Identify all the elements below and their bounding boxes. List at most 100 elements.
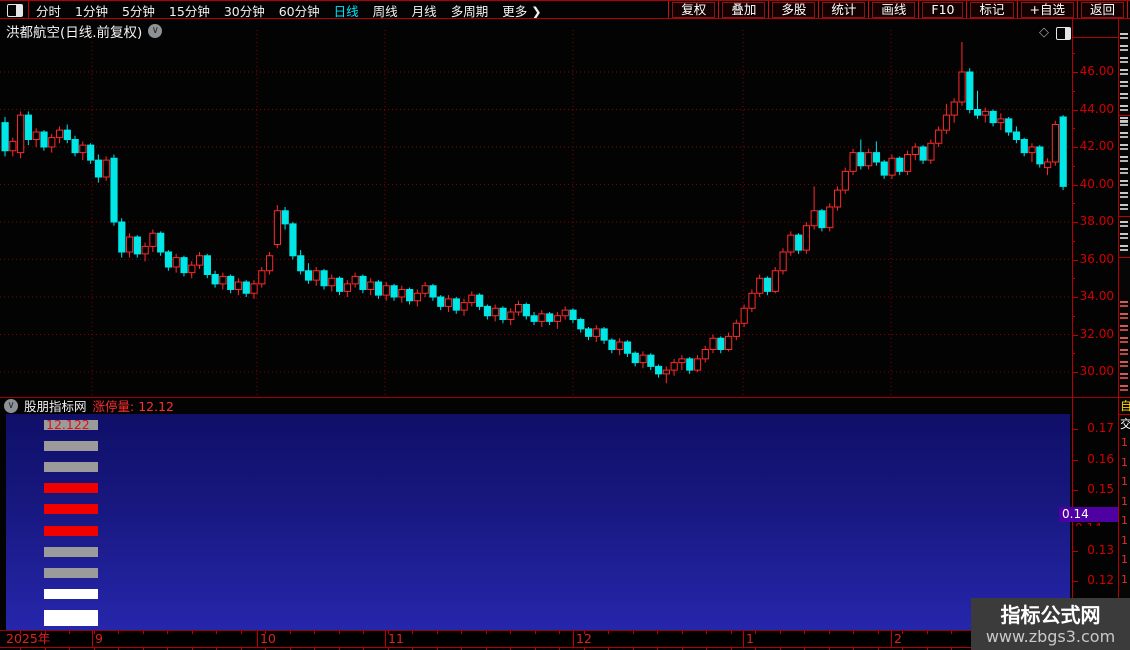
- indicator-name[interactable]: 股朋指标网: [24, 396, 87, 415]
- action-button-F10[interactable]: F10: [922, 2, 964, 18]
- price-label: 42.00: [1079, 139, 1114, 153]
- period-tab-60分钟[interactable]: 60分钟: [279, 1, 320, 20]
- period-tab-日线[interactable]: 日线: [334, 1, 359, 20]
- clipped-sidebar[interactable]: 自 交 1 1 1 1 1 1 1 1: [1119, 19, 1130, 599]
- minor-date-tick: [485, 631, 487, 634]
- candle: [577, 319, 585, 330]
- marker-diamond-icon[interactable]: ◇: [1039, 25, 1049, 40]
- minor-date-tick: [877, 631, 879, 634]
- period-tab-15分钟[interactable]: 15分钟: [169, 1, 210, 20]
- candle: [616, 341, 624, 350]
- candle: [1051, 124, 1060, 163]
- indicator-bar: [44, 609, 98, 626]
- price-label: 44.00: [1079, 101, 1114, 116]
- period-tab-30分钟[interactable]: 30分钟: [224, 1, 265, 20]
- candle: [297, 255, 305, 272]
- action-button-统计[interactable]: 统计: [822, 2, 866, 18]
- indicator-axis-label: 0.17: [1087, 421, 1114, 435]
- candle: [219, 275, 227, 285]
- candle: [266, 255, 274, 272]
- period-tab-多周期[interactable]: 多周期: [451, 1, 489, 20]
- candle: [903, 154, 912, 172]
- price-label: 34.00: [1079, 289, 1114, 303]
- action-button-+自选[interactable]: +自选: [1020, 2, 1074, 18]
- indicator-dropdown-icon[interactable]: ∨: [4, 398, 18, 413]
- major-tick: [1072, 581, 1078, 582]
- action-cell: 复权: [668, 1, 718, 19]
- month-line: [385, 631, 386, 647]
- candle: [413, 292, 422, 302]
- period-tab-分时[interactable]: 分时: [36, 1, 61, 20]
- minor-date-tick: [951, 631, 952, 634]
- month-line: [891, 631, 892, 647]
- candle: [997, 118, 1005, 124]
- action-button-返回[interactable]: 返回: [1080, 2, 1124, 18]
- action-button-标记[interactable]: 标记: [970, 2, 1014, 18]
- candle: [849, 152, 857, 172]
- candle: [927, 142, 935, 161]
- candle: [810, 210, 818, 227]
- minor-date-tick: [730, 631, 732, 634]
- sidebar-glyphs: [1120, 120, 1128, 212]
- period-tab-周线[interactable]: 周线: [373, 1, 398, 20]
- candle: [530, 315, 538, 322]
- minor-date-tick: [436, 631, 438, 634]
- minor-date-tick: [902, 631, 903, 634]
- period-tab-更多 ❯[interactable]: 更多 ❯: [502, 1, 541, 20]
- candle: [725, 335, 733, 350]
- period-menu: 分时 1分钟 5分钟 15分钟 30分钟 60分钟 日线 周线 月线 多周期 更多 ❯: [36, 1, 542, 19]
- indicator-bar: [44, 588, 98, 599]
- candle: [662, 369, 670, 375]
- indicator-metric-value: 12.12: [138, 399, 175, 414]
- sidebar-divider: [1119, 397, 1130, 398]
- indicator-header: ∨ 股朋指标网 涨停量: 12.12: [0, 396, 175, 415]
- indicator-panel[interactable]: 12.122: [6, 414, 1070, 630]
- indicator-bar: [44, 504, 98, 515]
- candle: [55, 129, 64, 139]
- watermark-url: www.zbgs3.com: [985, 627, 1116, 646]
- candlestick-chart[interactable]: [0, 26, 1072, 398]
- action-button-叠加[interactable]: 叠加: [722, 2, 766, 18]
- candle: [709, 337, 717, 350]
- candle: [48, 137, 56, 148]
- candle: [351, 275, 359, 285]
- panel-toggle-icon[interactable]: [1056, 27, 1071, 40]
- period-tab-月线[interactable]: 月线: [412, 1, 437, 20]
- candle: [499, 307, 507, 320]
- title-dropdown-icon[interactable]: ∨: [148, 24, 163, 38]
- action-button-多股[interactable]: 多股: [772, 2, 816, 18]
- candle: [452, 298, 460, 311]
- major-tick: [1072, 460, 1078, 461]
- candle: [468, 294, 476, 304]
- candle: [94, 159, 103, 178]
- stock-title[interactable]: 洪都航空(日线.前复权): [6, 21, 142, 41]
- candle: [974, 109, 982, 116]
- period-tab-5分钟[interactable]: 5分钟: [122, 1, 155, 20]
- sidebar-clipped-digit: 1: [1121, 436, 1128, 449]
- major-tick: [1072, 429, 1078, 430]
- minor-date-tick: [632, 631, 634, 634]
- action-button-画线[interactable]: 画线: [872, 2, 916, 18]
- action-button-复权[interactable]: 复权: [672, 2, 716, 18]
- candle: [211, 274, 219, 285]
- candle: [9, 140, 17, 152]
- minor-date-tick: [608, 631, 609, 634]
- candle: [110, 157, 118, 223]
- indicator-metric-label: 涨停量:: [92, 399, 135, 414]
- sidebar-clipped-digit: 1: [1121, 553, 1128, 566]
- candle: [133, 236, 141, 255]
- month-label: 2: [894, 631, 902, 646]
- candle: [437, 296, 445, 307]
- candle: [40, 131, 48, 148]
- candle: [382, 285, 390, 296]
- month-line: [573, 631, 574, 647]
- candle: [561, 309, 569, 317]
- candle: [483, 305, 492, 317]
- period-tab-1分钟[interactable]: 1分钟: [75, 1, 108, 20]
- candle: [647, 354, 655, 367]
- month-line: [743, 631, 744, 647]
- panel-toggle-icon[interactable]: [7, 4, 23, 17]
- candle: [258, 270, 266, 285]
- watermark: 指标公式网 www.zbgs3.com: [971, 598, 1130, 650]
- candle: [833, 189, 842, 208]
